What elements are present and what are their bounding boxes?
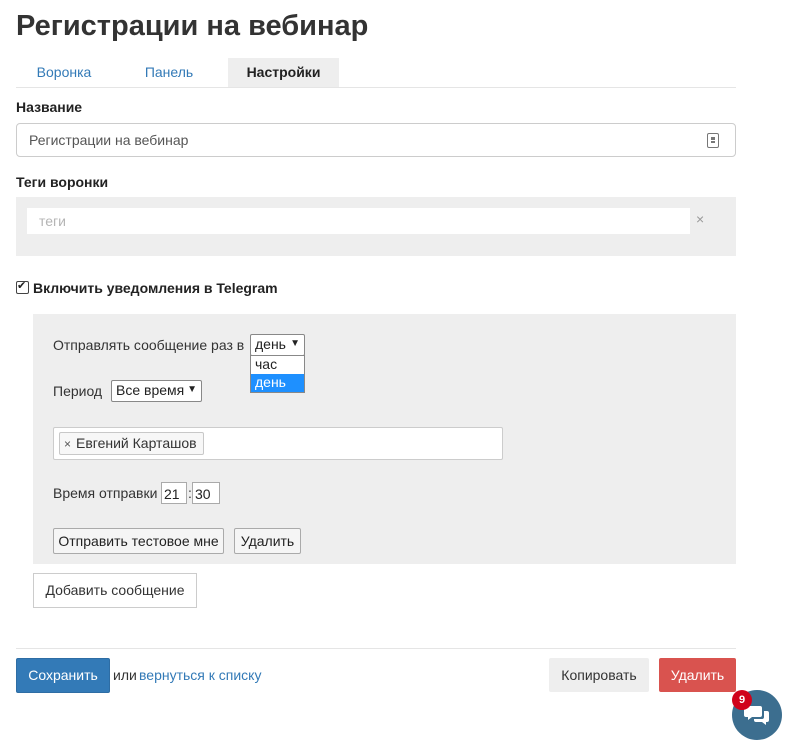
period-select-value: Все время — [116, 382, 185, 398]
frequency-option-day[interactable]: день — [251, 374, 304, 392]
tags-placeholder: теги — [39, 213, 66, 229]
period-label: Период — [53, 383, 103, 399]
tags-clear-icon[interactable]: × — [696, 211, 704, 227]
or-text: или — [113, 667, 137, 683]
send-time-hours[interactable]: 21 — [161, 482, 187, 504]
telegram-checkbox[interactable] — [16, 279, 29, 294]
telegram-checkbox-label[interactable]: Включить уведомления в Telegram — [33, 280, 278, 296]
frequency-option-hour[interactable]: час — [251, 356, 304, 374]
clipboard-icon[interactable] — [707, 133, 719, 148]
tab-settings[interactable]: Настройки — [228, 58, 339, 87]
recipient-chip: × Евгений Карташов — [59, 432, 204, 455]
send-time-label: Время отправки — [53, 485, 158, 501]
tags-input[interactable]: теги — [27, 208, 690, 234]
remove-recipient-icon[interactable]: × — [64, 437, 71, 451]
frequency-select[interactable]: день ▼ — [250, 334, 305, 356]
name-label: Название — [16, 99, 83, 115]
tags-label: Теги воронки — [16, 174, 109, 190]
tab-funnel[interactable]: Воронка — [16, 58, 112, 87]
delete-button[interactable]: Удалить — [659, 658, 736, 692]
send-test-button[interactable]: Отправить тестовое мне — [53, 528, 224, 554]
recipient-name: Евгений Карташов — [76, 435, 197, 451]
notification-panel: Отправлять сообщение раз в день ▼ час де… — [33, 314, 736, 564]
frequency-select-value: день — [255, 336, 286, 352]
chevron-down-icon: ▼ — [290, 338, 300, 349]
page-title: Регистрации на вебинар — [16, 10, 369, 42]
period-select[interactable]: Все время ▼ — [111, 380, 202, 402]
send-frequency-label: Отправлять сообщение раз в — [53, 337, 245, 353]
name-input[interactable]: Регистрации на вебинар — [16, 123, 736, 157]
delete-message-button[interactable]: Удалить — [234, 528, 301, 554]
tags-container: теги × — [16, 197, 736, 256]
divider — [16, 648, 736, 649]
back-to-list-link[interactable]: вернуться к списку — [139, 667, 261, 683]
send-time-minutes[interactable]: 30 — [192, 482, 220, 504]
tab-bar: Воронка Панель Настройки — [16, 58, 736, 88]
name-input-value: Регистрации на вебинар — [29, 132, 189, 148]
save-button[interactable]: Сохранить — [16, 658, 110, 693]
chevron-down-icon: ▼ — [187, 384, 197, 395]
add-message-button[interactable]: Добавить сообщение — [33, 573, 197, 608]
frequency-dropdown: час день — [250, 355, 305, 393]
copy-button[interactable]: Копировать — [549, 658, 649, 692]
chat-notification-badge: 9 — [732, 690, 752, 710]
tab-panel[interactable]: Панель — [126, 58, 212, 87]
recipients-input[interactable]: × Евгений Карташов — [53, 427, 503, 460]
